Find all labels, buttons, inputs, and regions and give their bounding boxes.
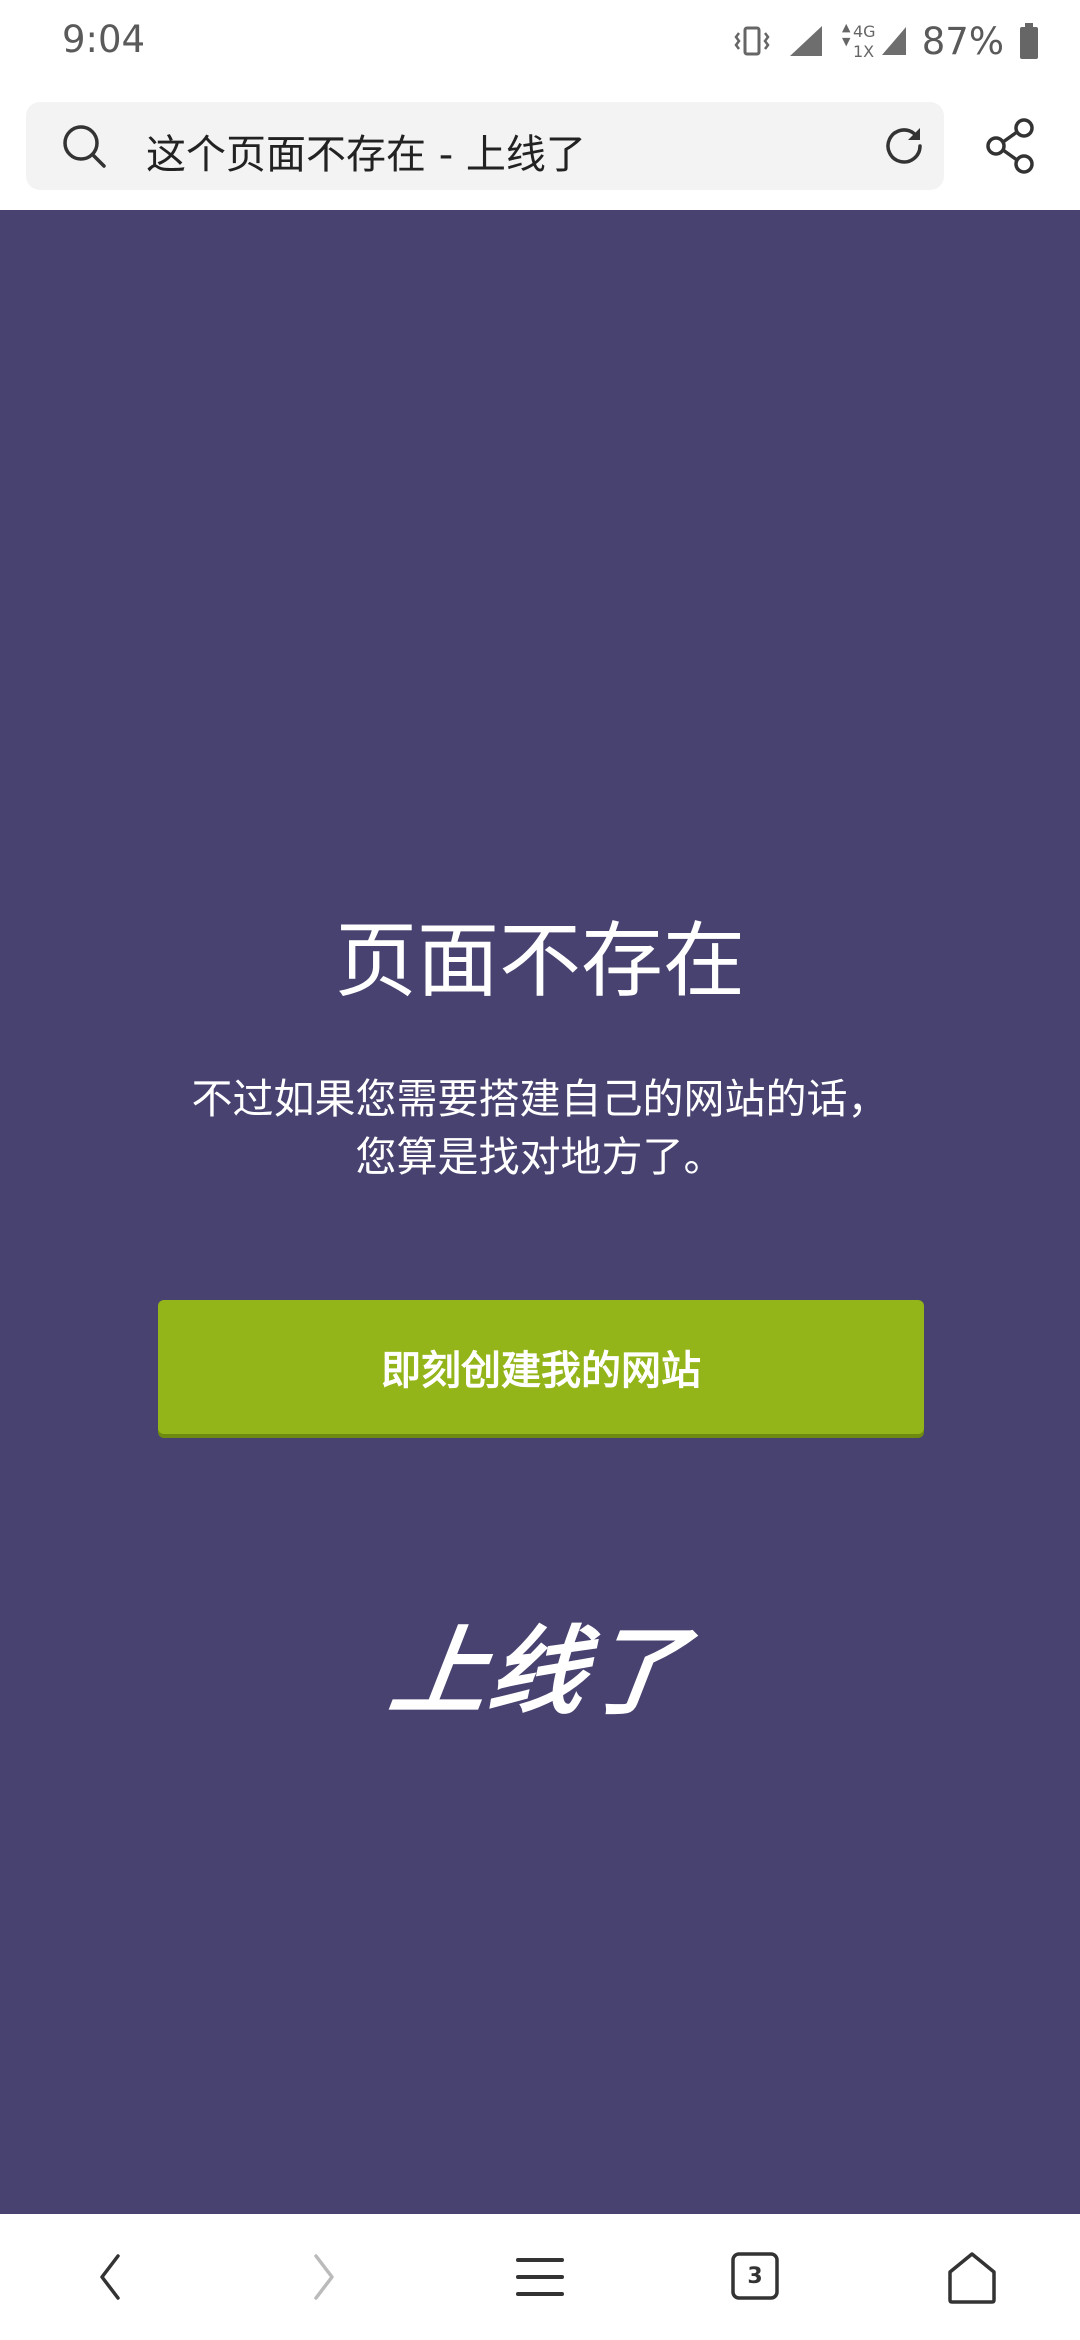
brand-logo: 上线了 (383, 1616, 694, 1728)
network-label-top: 4G (853, 22, 876, 41)
tabs-button[interactable]: 3 (731, 2252, 779, 2300)
signal-icon (786, 22, 824, 60)
address-bar-title[interactable]: 这个页面不存在 - 上线了 (146, 122, 586, 180)
reload-icon[interactable] (880, 122, 928, 174)
network-type-icon: ▲ ▼ 4G 1X (838, 19, 908, 63)
address-bar[interactable]: 这个页面不存在 - 上线了 (26, 102, 944, 190)
tab-count: 3 (747, 2263, 763, 2289)
subtext-line-1: 不过如果您需要搭建自己的网站的话， (191, 1075, 889, 1123)
search-icon[interactable] (60, 122, 108, 174)
home-icon[interactable] (944, 2242, 1000, 2316)
page-subtext: 不过如果您需要搭建自己的网站的话， 您算是找对地方了。 (90, 1070, 990, 1186)
status-icons: ▲ ▼ 4G 1X 87% (732, 14, 1040, 68)
page-content: 页面不存在 不过如果您需要搭建自己的网站的话， 您算是找对地方了。 即刻创建我的… (0, 210, 1080, 2214)
back-icon[interactable] (86, 2242, 134, 2316)
status-time: 9:04 (62, 18, 146, 61)
menu-icon[interactable] (514, 2242, 566, 2316)
vibrate-icon (732, 21, 772, 61)
page-title: 页面不存在 (334, 914, 745, 1009)
share-icon[interactable] (984, 116, 1038, 180)
svg-text:▲: ▲ (842, 21, 851, 34)
battery-percent: 87% (921, 19, 1004, 63)
status-bar: 9:04 ▲ ▼ 4G 1X 87% (0, 0, 1080, 82)
svg-text:▼: ▼ (842, 35, 851, 48)
forward-icon[interactable] (300, 2242, 348, 2316)
browser-toolbar: 这个页面不存在 - 上线了 (0, 82, 1080, 210)
bottom-navigation: 3 (0, 2214, 1080, 2340)
subtext-line-2: 您算是找对地方了。 (355, 1133, 725, 1181)
battery-icon (1018, 21, 1040, 61)
network-label-bottom: 1X (853, 42, 874, 61)
create-website-button[interactable]: 即刻创建我的网站 (158, 1300, 924, 1434)
